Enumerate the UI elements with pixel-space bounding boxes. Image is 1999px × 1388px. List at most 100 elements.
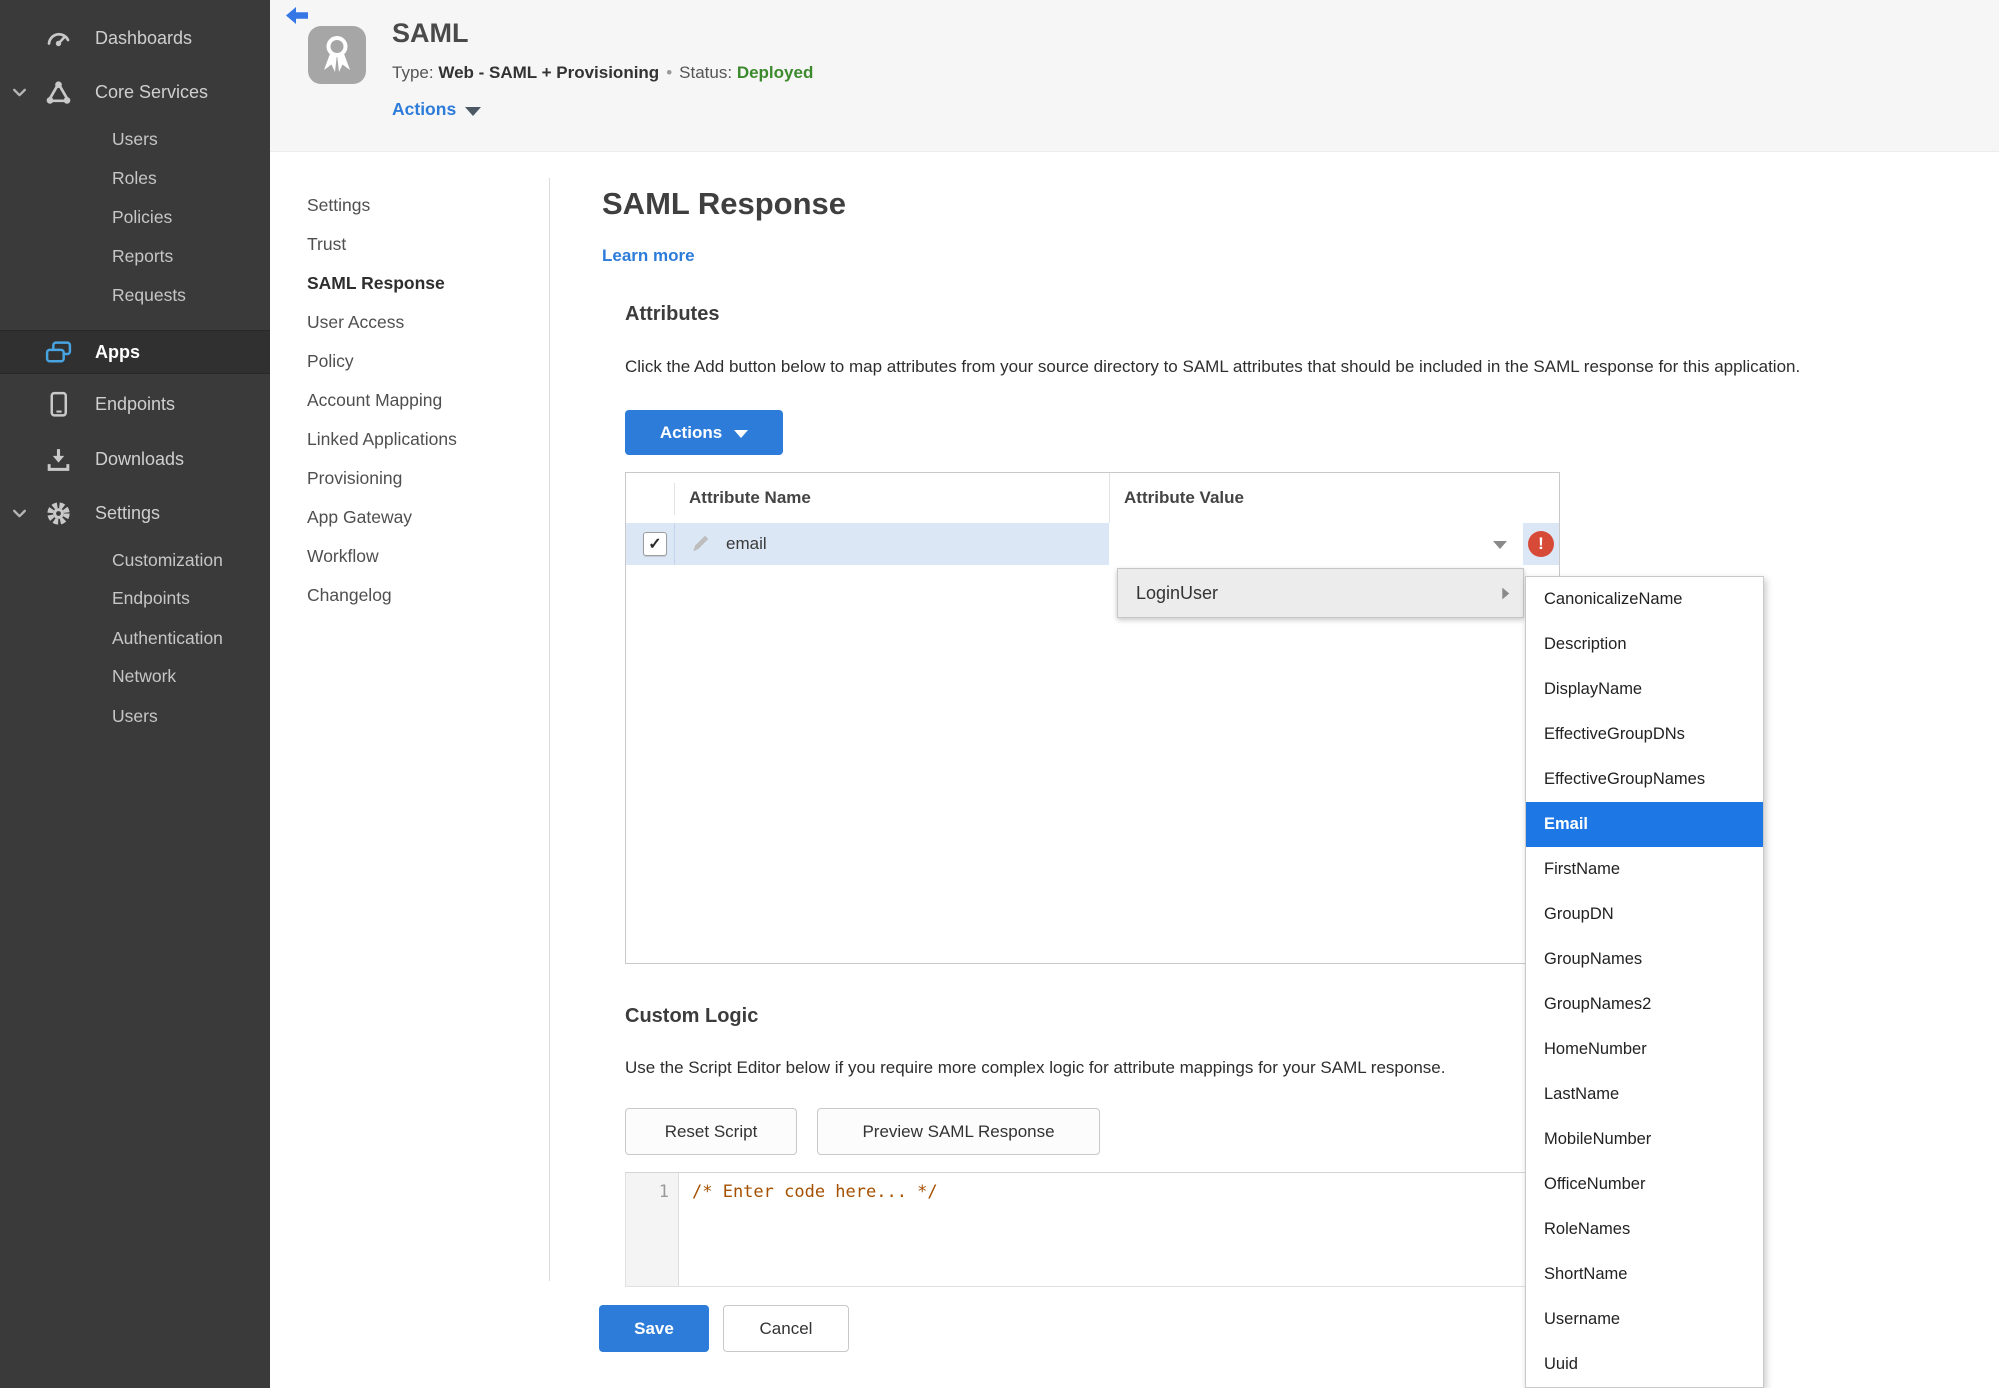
row-checkbox[interactable]: ✓ [643,532,667,556]
menu-item-homenumber[interactable]: HomeNumber [1526,1027,1763,1072]
chevron-down-icon [11,505,28,522]
attributes-actions-label: Actions [659,422,723,442]
menu-item-description[interactable]: Description [1526,622,1763,667]
menu-item-email[interactable]: Email [1526,802,1763,847]
page-title: SAML [392,18,469,48]
preview-saml-response-button[interactable]: Preview SAML Response [817,1108,1100,1155]
header-actions-label: Actions [392,99,457,119]
tab-trust[interactable]: Trust [307,225,346,264]
app-badge-icon [308,26,366,84]
phone-icon [42,391,74,418]
tab-changelog[interactable]: Changelog [307,576,392,615]
tab-account-mapping[interactable]: Account Mapping [307,381,442,420]
section-title: SAML Response [602,186,847,221]
attribute-name-cell: email [726,534,767,553]
column-header-attribute-value: Attribute Value [1124,488,1244,507]
sidebar-item-policies[interactable]: Policies [0,199,270,235]
attributes-description: Click the Add button below to map attrib… [625,357,1801,376]
sidebar-item-core-services[interactable]: Core Services [0,72,270,112]
menu-item-groupnames[interactable]: GroupNames [1526,937,1763,982]
column-divider [674,483,675,515]
menu-item-username[interactable]: Username [1526,1297,1763,1342]
menu-item-effectivegroupnames[interactable]: EffectiveGroupNames [1526,757,1763,802]
gauge-icon [42,25,74,52]
sidebar-item-settings[interactable]: Settings [0,493,270,533]
menu-item-canonicalizename[interactable]: CanonicalizeName [1526,577,1763,622]
context-menu-loginuser[interactable]: LoginUser [1117,568,1524,618]
save-button[interactable]: Save [599,1305,709,1352]
editor-gutter: 1 [626,1173,679,1286]
tab-policy[interactable]: Policy [307,342,354,381]
tab-saml-response[interactable]: SAML Response [307,264,445,303]
sidebar-item-label: Core Services [95,81,209,102]
menu-item-firstname[interactable]: FirstName [1526,847,1763,892]
sidebar-item-dashboards[interactable]: Dashboards [0,18,270,58]
custom-logic-description: Use the Script Editor below if you requi… [625,1058,1446,1077]
error-icon: ! [1528,531,1554,557]
custom-logic-heading: Custom Logic [625,1005,759,1027]
table-row: ✓ email ! [626,523,1559,565]
tab-provisioning[interactable]: Provisioning [307,459,402,498]
tab-linked-applications[interactable]: Linked Applications [307,420,457,459]
core-services-icon [42,79,74,106]
select-caret-icon [1493,541,1507,549]
sidebar-item-label: Dashboards [95,27,193,48]
attributes-table: Attribute Name Attribute Value ✓ email ! [625,472,1560,964]
learn-more-link[interactable]: Learn more [602,246,695,266]
sidebar: Dashboards Core Services Users Roles Pol… [0,0,270,1388]
menu-item-groupdn[interactable]: GroupDN [1526,892,1763,937]
sidebar-item-network[interactable]: Network [0,658,270,694]
menu-item-lastname[interactable]: LastName [1526,1072,1763,1117]
sidebar-item-downloads[interactable]: Downloads [0,439,270,479]
submenu-arrow-icon [1500,586,1511,601]
sidebar-item-requests[interactable]: Requests [0,277,270,313]
sidebar-item-label: Apps [95,341,140,362]
app-window: SAML Type: Web - SAML + Provisioning • Sta… [0,0,1999,1388]
sidebar-item-reports[interactable]: Reports [0,238,270,274]
back-arrow-icon[interactable] [284,5,310,27]
type-value: Web - SAML + Provisioning [438,63,660,82]
type-label: Type: [392,63,434,82]
menu-item-groupnames2[interactable]: GroupNames2 [1526,982,1763,1027]
app-header: SAML Type: Web - SAML + Provisioning • Sta… [270,0,1999,152]
menu-item-displayname[interactable]: DisplayName [1526,667,1763,712]
status-badge: Deployed [736,63,814,82]
chevron-down-icon [734,429,749,438]
menu-item-shortname[interactable]: ShortName [1526,1252,1763,1297]
tab-settings[interactable]: Settings [307,186,370,225]
reset-script-button[interactable]: Reset Script [625,1108,797,1155]
sidebar-item-roles[interactable]: Roles [0,160,270,196]
code-area[interactable]: /* Enter code here... */ [692,1182,938,1202]
sidebar-item-settings-users[interactable]: Users [0,698,270,734]
sidebar-item-authentication[interactable]: Authentication [0,620,270,656]
apps-icon [42,340,74,365]
menu-item-effectivegroupdns[interactable]: EffectiveGroupDNs [1526,712,1763,757]
cell-divider [674,523,675,565]
script-editor: 1 /* Enter code here... */ [625,1172,1560,1287]
sidebar-item-apps[interactable]: Apps [0,330,270,374]
attribute-value-select[interactable] [1109,523,1523,565]
pencil-icon[interactable] [690,532,712,554]
sidebar-item-label: Endpoints [95,393,176,414]
menu-item-officenumber[interactable]: OfficeNumber [1526,1162,1763,1207]
gear-icon [42,500,74,527]
header-actions-dropdown[interactable]: Actions [392,99,482,120]
attributes-actions-button[interactable]: Actions [625,410,783,455]
table-header: Attribute Name Attribute Value [626,473,1559,524]
cancel-button[interactable]: Cancel [723,1305,849,1352]
menu-item-rolenames[interactable]: RoleNames [1526,1207,1763,1252]
menu-item-mobilenumber[interactable]: MobileNumber [1526,1117,1763,1162]
sidebar-item-settings-endpoints[interactable]: Endpoints [0,580,270,616]
sidebar-item-label: Settings [95,502,161,523]
sidebar-item-label: Downloads [95,448,185,469]
sidebar-item-endpoints[interactable]: Endpoints [0,384,270,424]
column-divider [1109,473,1110,523]
sidebar-item-customization[interactable]: Customization [0,542,270,578]
tab-workflow[interactable]: Workflow [307,537,379,576]
tab-user-access[interactable]: User Access [307,303,404,342]
tab-app-gateway[interactable]: App Gateway [307,498,412,537]
menu-item-uuid[interactable]: Uuid [1526,1342,1763,1387]
chevron-down-icon [465,106,482,116]
context-menu-label: LoginUser [1136,582,1219,603]
sidebar-item-users[interactable]: Users [0,121,270,157]
